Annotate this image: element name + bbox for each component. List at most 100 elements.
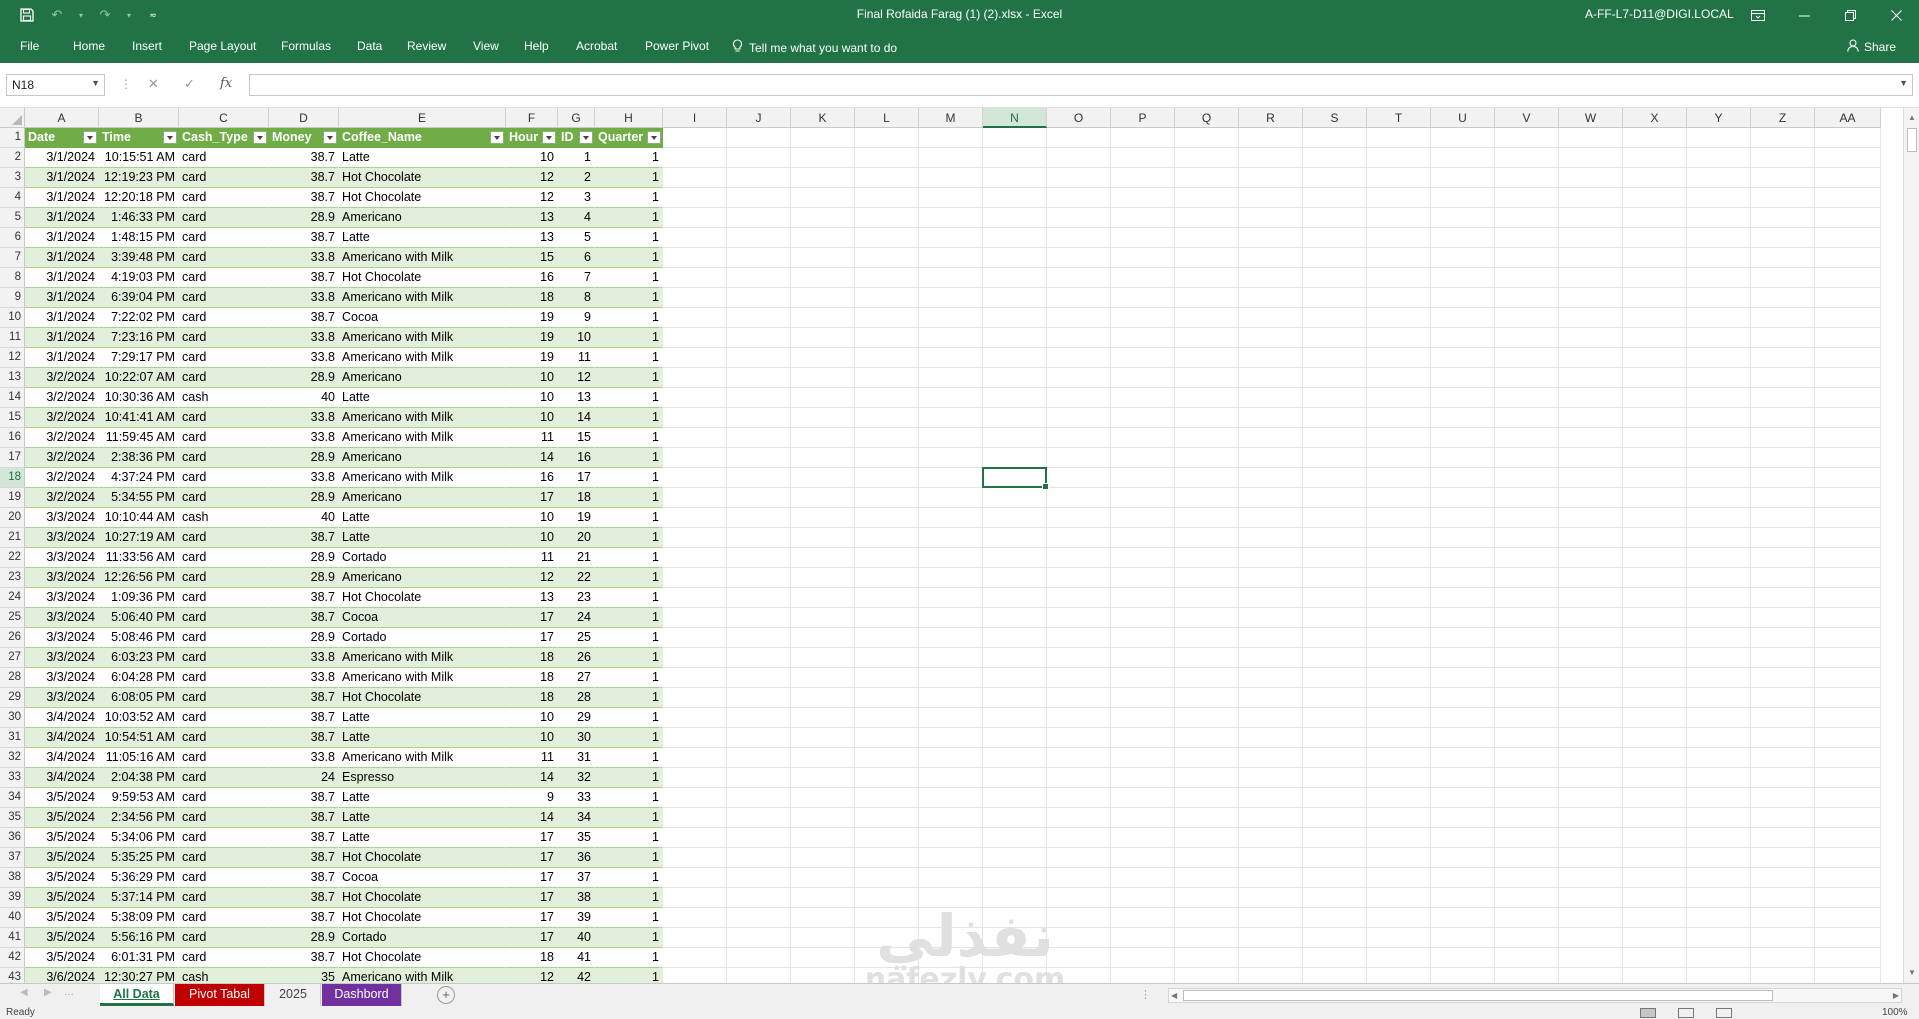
table-cell[interactable]: Americano bbox=[339, 208, 506, 228]
table-cell[interactable]: Cocoa bbox=[339, 308, 506, 328]
grid-cell[interactable] bbox=[983, 888, 1047, 908]
grid-cell[interactable] bbox=[1623, 148, 1687, 168]
table-cell[interactable]: 3/5/2024 bbox=[25, 808, 99, 828]
grid-cell[interactable] bbox=[1367, 508, 1431, 528]
table-cell[interactable]: 17 bbox=[558, 468, 595, 488]
grid-cell[interactable] bbox=[1751, 728, 1815, 748]
grid-cell[interactable] bbox=[1687, 848, 1751, 868]
table-cell[interactable]: 1 bbox=[595, 748, 663, 768]
table-cell[interactable]: Latte bbox=[339, 708, 506, 728]
grid-cell[interactable] bbox=[1559, 668, 1623, 688]
grid-cell[interactable] bbox=[1751, 268, 1815, 288]
table-cell[interactable]: 28.9 bbox=[269, 488, 339, 508]
grid-cell[interactable] bbox=[1111, 288, 1175, 308]
table-cell[interactable]: 31 bbox=[558, 748, 595, 768]
grid-cell[interactable] bbox=[855, 668, 919, 688]
table-cell[interactable]: 3/5/2024 bbox=[25, 848, 99, 868]
table-cell[interactable]: 9 bbox=[506, 788, 558, 808]
grid-cell[interactable] bbox=[919, 968, 983, 983]
table-cell[interactable]: 1 bbox=[595, 948, 663, 968]
grid-cell[interactable] bbox=[791, 428, 855, 448]
table-cell[interactable]: 3 bbox=[558, 188, 595, 208]
grid-cell[interactable] bbox=[983, 928, 1047, 948]
table-cell[interactable]: 8 bbox=[558, 288, 595, 308]
grid-cell[interactable] bbox=[1751, 708, 1815, 728]
grid-cell[interactable] bbox=[1815, 568, 1881, 588]
table-cell[interactable]: 17 bbox=[506, 908, 558, 928]
table-cell[interactable]: cash bbox=[179, 968, 269, 983]
table-cell[interactable]: 38 bbox=[558, 888, 595, 908]
filter-dropdown-icon[interactable] bbox=[490, 131, 504, 144]
table-cell[interactable]: 17 bbox=[506, 828, 558, 848]
grid-cell[interactable] bbox=[1047, 768, 1111, 788]
grid-cell[interactable] bbox=[1303, 308, 1367, 328]
table-cell[interactable]: card bbox=[179, 208, 269, 228]
tab-review[interactable]: Review bbox=[407, 39, 446, 53]
table-header-cell[interactable]: Coffee_Name bbox=[339, 128, 506, 148]
grid-cell[interactable] bbox=[1303, 808, 1367, 828]
grid-cell[interactable] bbox=[983, 508, 1047, 528]
table-cell[interactable]: 38.7 bbox=[269, 728, 339, 748]
table-cell[interactable]: 13 bbox=[506, 588, 558, 608]
grid-cell[interactable] bbox=[791, 888, 855, 908]
table-cell[interactable]: 1 bbox=[595, 868, 663, 888]
grid-cell[interactable] bbox=[1367, 428, 1431, 448]
grid-cell[interactable] bbox=[855, 228, 919, 248]
grid-cell[interactable] bbox=[791, 568, 855, 588]
grid-cell[interactable] bbox=[791, 728, 855, 748]
grid-cell[interactable] bbox=[1239, 528, 1303, 548]
grid-cell[interactable] bbox=[1559, 488, 1623, 508]
table-cell[interactable]: 3/3/2024 bbox=[25, 528, 99, 548]
grid-cell[interactable] bbox=[1367, 588, 1431, 608]
grid-cell[interactable] bbox=[791, 548, 855, 568]
table-cell[interactable]: 3/3/2024 bbox=[25, 568, 99, 588]
grid-cell[interactable] bbox=[1815, 228, 1881, 248]
table-cell[interactable]: card bbox=[179, 528, 269, 548]
grid-cell[interactable] bbox=[1367, 868, 1431, 888]
grid-cell[interactable] bbox=[1623, 848, 1687, 868]
grid-cell[interactable] bbox=[855, 428, 919, 448]
table-cell[interactable]: 1 bbox=[595, 208, 663, 228]
table-cell[interactable]: 38.7 bbox=[269, 848, 339, 868]
grid-cell[interactable] bbox=[1239, 348, 1303, 368]
grid-cell[interactable] bbox=[727, 308, 791, 328]
table-cell[interactable]: 3/4/2024 bbox=[25, 748, 99, 768]
grid-cell[interactable] bbox=[1239, 628, 1303, 648]
grid-cell[interactable] bbox=[727, 688, 791, 708]
grid-cell[interactable] bbox=[1111, 528, 1175, 548]
grid-cell[interactable] bbox=[663, 808, 727, 828]
grid-cell[interactable] bbox=[1623, 328, 1687, 348]
grid-cell[interactable] bbox=[919, 828, 983, 848]
grid-cell[interactable] bbox=[727, 608, 791, 628]
table-cell[interactable]: Americano with Milk bbox=[339, 428, 506, 448]
table-cell[interactable]: 38.7 bbox=[269, 788, 339, 808]
grid-cell[interactable] bbox=[1047, 368, 1111, 388]
column-header-z[interactable]: Z bbox=[1751, 108, 1815, 128]
grid-cell[interactable] bbox=[1239, 948, 1303, 968]
grid-cell[interactable] bbox=[1175, 648, 1239, 668]
grid-cell[interactable] bbox=[1111, 808, 1175, 828]
grid-cell[interactable] bbox=[1623, 688, 1687, 708]
table-cell[interactable]: 1 bbox=[595, 628, 663, 648]
grid-cell[interactable] bbox=[1815, 628, 1881, 648]
grid-cell[interactable] bbox=[1175, 488, 1239, 508]
grid-cell[interactable] bbox=[1239, 328, 1303, 348]
grid-cell[interactable] bbox=[663, 888, 727, 908]
table-cell[interactable]: 1 bbox=[595, 408, 663, 428]
grid-cell[interactable] bbox=[1559, 328, 1623, 348]
table-cell[interactable]: 10:22:07 AM bbox=[99, 368, 179, 388]
grid-cell[interactable] bbox=[1367, 468, 1431, 488]
column-header-j[interactable]: J bbox=[727, 108, 791, 128]
grid-cell[interactable] bbox=[1303, 568, 1367, 588]
row-header[interactable]: 14 bbox=[0, 388, 25, 408]
grid-cell[interactable] bbox=[1431, 968, 1495, 983]
grid-cell[interactable] bbox=[663, 508, 727, 528]
table-cell[interactable]: 1 bbox=[595, 568, 663, 588]
grid-cell[interactable] bbox=[1111, 628, 1175, 648]
grid-cell[interactable] bbox=[727, 708, 791, 728]
grid-cell[interactable] bbox=[855, 688, 919, 708]
table-cell[interactable]: 3/2/2024 bbox=[25, 428, 99, 448]
grid-cell[interactable] bbox=[1687, 668, 1751, 688]
column-header-x[interactable]: X bbox=[1623, 108, 1687, 128]
table-cell[interactable]: 11 bbox=[506, 428, 558, 448]
